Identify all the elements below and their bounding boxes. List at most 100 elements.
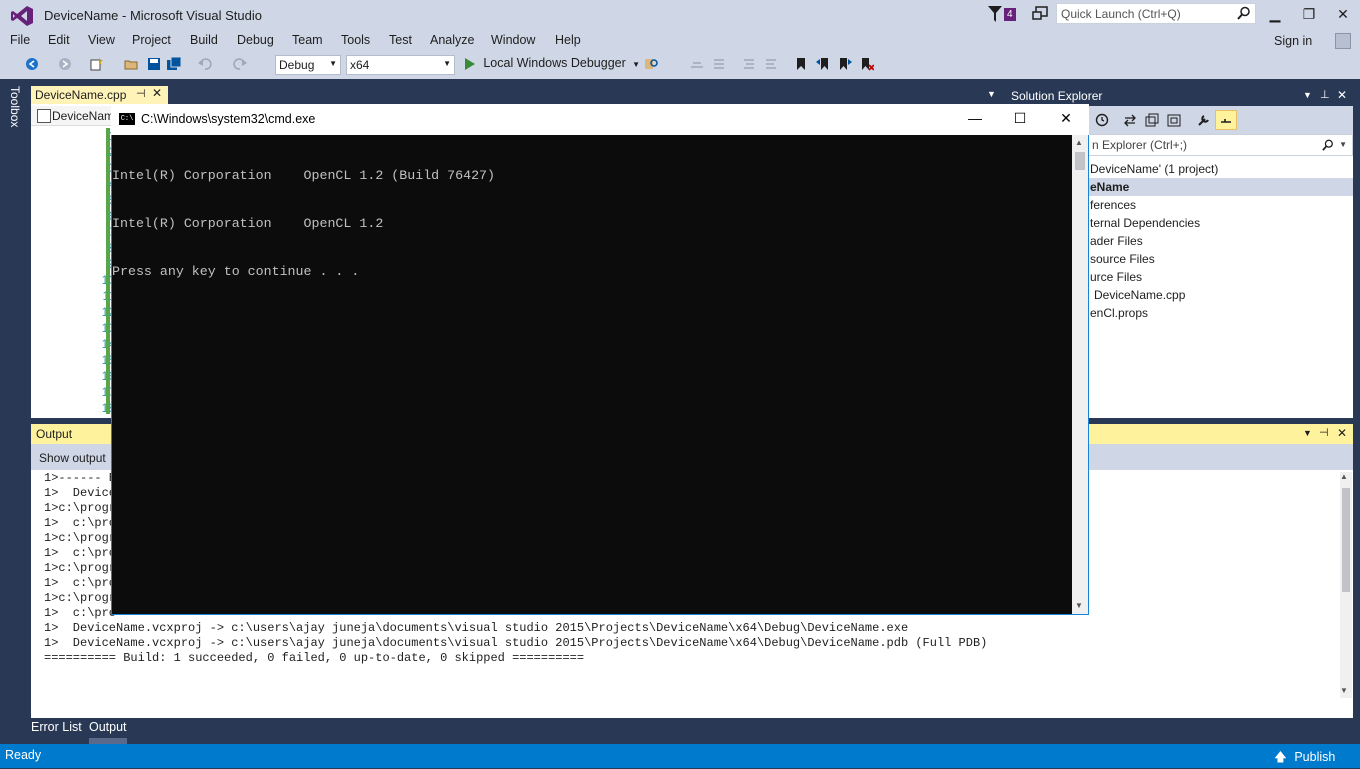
- notifications-button[interactable]: 4: [988, 6, 1020, 24]
- navigate-forward-icon[interactable]: [58, 57, 72, 71]
- console-maximize-button[interactable]: ☐: [1009, 110, 1031, 128]
- output-line: 1>c:\progr: [44, 531, 117, 545]
- output-panel-title: Output: [36, 427, 73, 441]
- tab-output[interactable]: Output: [89, 720, 127, 734]
- next-bookmark-icon[interactable]: [838, 57, 852, 71]
- step-over-icon[interactable]: [690, 57, 704, 71]
- panel-menu-icon[interactable]: ▼: [1303, 90, 1312, 100]
- account-avatar-icon[interactable]: [1335, 33, 1351, 49]
- menu-debug[interactable]: Debug: [237, 33, 274, 47]
- preview-selected-items-button[interactable]: [1215, 110, 1237, 130]
- panel-menu-icon[interactable]: ▼: [1303, 428, 1312, 438]
- sign-in-link[interactable]: Sign in: [1274, 34, 1312, 48]
- solution-configuration-select[interactable]: Debug ▼: [275, 55, 341, 75]
- restore-button[interactable]: ❐: [1294, 4, 1324, 24]
- pending-changes-icon[interactable]: [1145, 113, 1159, 127]
- pin-tab-icon[interactable]: ⊣: [136, 87, 146, 100]
- pin-panel-icon[interactable]: ⊣: [1319, 426, 1329, 439]
- output-line: ========== Build: 1 succeeded, 0 failed,…: [44, 651, 585, 665]
- search-placeholder: n Explorer (Ctrl+;): [1092, 138, 1188, 152]
- solution-platform-select[interactable]: x64 ▼: [346, 55, 455, 75]
- scroll-up-icon[interactable]: ▲: [1075, 138, 1083, 147]
- tab-error-list[interactable]: Error List: [31, 720, 82, 734]
- status-ready-text: Ready: [5, 748, 42, 762]
- console-vertical-scrollbar[interactable]: [1072, 135, 1088, 614]
- start-debugging-button[interactable]: Local Windows Debugger ▼: [464, 56, 640, 74]
- close-panel-icon[interactable]: ✕: [1337, 88, 1347, 102]
- tree-item-project[interactable]: eName: [1090, 180, 1129, 194]
- solution-configuration-value: Debug: [279, 58, 315, 72]
- chevron-down-icon: ▼: [632, 60, 641, 69]
- output-line: 1> c:\pro: [44, 516, 117, 530]
- feedback-icon[interactable]: [1032, 6, 1048, 22]
- menu-help[interactable]: Help: [555, 33, 581, 47]
- close-panel-icon[interactable]: ✕: [1337, 426, 1347, 440]
- output-line: 1> Device: [44, 486, 117, 500]
- console-close-button[interactable]: ✕: [1055, 110, 1077, 128]
- open-file-icon[interactable]: [124, 57, 138, 71]
- output-line: 1>------ B: [44, 471, 117, 485]
- tree-item-solution[interactable]: DeviceName' (1 project): [1090, 162, 1218, 176]
- output-line: 1> c:\pro: [44, 606, 117, 620]
- comment-out-icon[interactable]: [742, 57, 756, 71]
- find-in-files-icon[interactable]: [644, 57, 658, 71]
- tree-item-references[interactable]: ferences: [1090, 198, 1136, 212]
- file-icon: [37, 109, 51, 123]
- menu-tools[interactable]: Tools: [341, 33, 370, 47]
- output-line: 1> c:\pro: [44, 546, 117, 560]
- output-scroll-thumb[interactable]: [1342, 488, 1350, 592]
- minimize-button[interactable]: ▁: [1260, 4, 1290, 24]
- standard-toolbar: Debug ▼ x64 ▼ Local Windows Debugger ▼: [0, 52, 1360, 79]
- console-line: Intel(R) Corporation OpenCL 1.2 (Build 7…: [112, 168, 496, 183]
- menu-analyze[interactable]: Analyze: [430, 33, 474, 47]
- step-into-icon[interactable]: [712, 57, 726, 71]
- scroll-up-icon[interactable]: ▲: [1340, 472, 1348, 481]
- output-line: 1> c:\pro: [44, 576, 117, 590]
- solution-explorer-title: Solution Explorer: [1011, 89, 1103, 103]
- scroll-down-icon[interactable]: ▼: [1075, 601, 1083, 610]
- tree-item-devicename-cpp[interactable]: DeviceName.cpp: [1094, 288, 1185, 302]
- menu-project[interactable]: Project: [132, 33, 171, 47]
- menu-file[interactable]: File: [10, 33, 30, 47]
- menu-build[interactable]: Build: [190, 33, 218, 47]
- save-all-icon[interactable]: [167, 57, 181, 71]
- close-button[interactable]: ✕: [1328, 4, 1358, 24]
- previous-bookmark-icon[interactable]: [816, 57, 830, 71]
- filter-flag-icon: [988, 6, 1002, 22]
- scroll-down-icon[interactable]: ▼: [1340, 686, 1348, 695]
- tab-dropdown-icon[interactable]: ▼: [987, 89, 996, 99]
- console-output[interactable]: Intel(R) Corporation OpenCL 1.2 (Build 7…: [112, 136, 1072, 606]
- menu-test[interactable]: Test: [389, 33, 412, 47]
- navigate-back-icon[interactable]: [25, 57, 39, 71]
- console-scroll-thumb[interactable]: [1075, 152, 1085, 170]
- tree-item-resource-files[interactable]: source Files: [1090, 252, 1155, 266]
- tree-item-header-files[interactable]: ader Files: [1090, 234, 1143, 248]
- console-line: Intel(R) Corporation OpenCL 1.2: [112, 216, 384, 231]
- pin-panel-icon[interactable]: ⊥: [1320, 88, 1330, 101]
- undo-icon[interactable]: [198, 57, 212, 71]
- chevron-down-icon: ▼: [443, 59, 451, 68]
- toolbox-tab[interactable]: Toolbox: [8, 86, 22, 127]
- tree-item-opencl-props[interactable]: enCl.props: [1090, 306, 1148, 320]
- console-window-title: C:\Windows\system32\cmd.exe: [141, 112, 316, 126]
- uncomment-icon[interactable]: [764, 57, 778, 71]
- menu-view[interactable]: View: [88, 33, 115, 47]
- publish-button[interactable]: 🡅 Publish: [1274, 748, 1335, 769]
- close-tab-icon[interactable]: ✕: [152, 86, 162, 100]
- menu-edit[interactable]: Edit: [48, 33, 70, 47]
- redo-icon[interactable]: [233, 57, 247, 71]
- history-icon[interactable]: [1095, 113, 1109, 127]
- new-project-icon[interactable]: [89, 57, 103, 71]
- sync-icon[interactable]: [1123, 113, 1137, 127]
- save-icon[interactable]: [147, 57, 161, 71]
- menu-team[interactable]: Team: [292, 33, 323, 47]
- console-minimize-button[interactable]: —: [964, 110, 986, 128]
- bookmark-icon[interactable]: [794, 57, 808, 71]
- tree-item-source-files[interactable]: urce Files: [1090, 270, 1142, 284]
- collapse-all-icon[interactable]: [1167, 113, 1181, 127]
- properties-wrench-icon[interactable]: [1197, 113, 1211, 127]
- clear-bookmarks-icon[interactable]: [860, 57, 874, 71]
- menu-window[interactable]: Window: [491, 33, 535, 47]
- quick-launch-input[interactable]: Quick Launch (Ctrl+Q): [1056, 3, 1256, 24]
- tree-item-external-dependencies[interactable]: ternal Dependencies: [1090, 216, 1200, 230]
